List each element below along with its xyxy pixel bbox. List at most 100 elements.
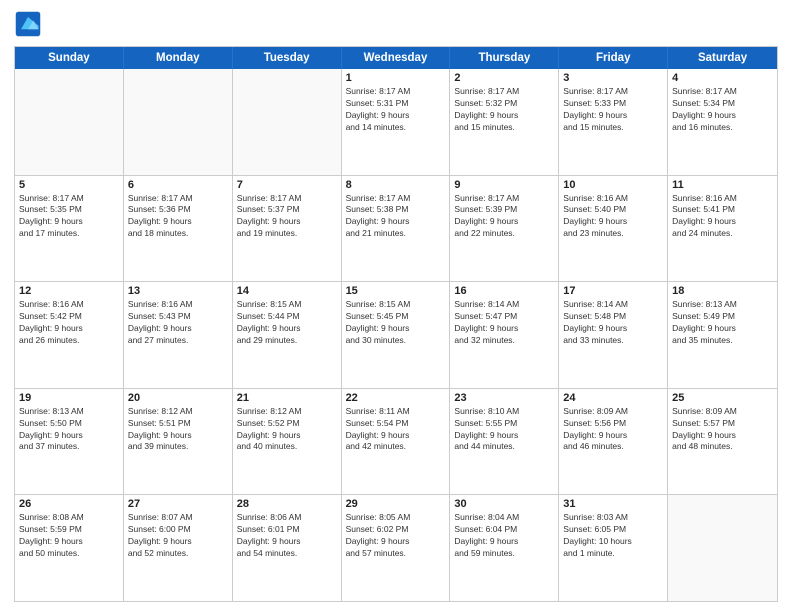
day-cell-28: 28Sunrise: 8:06 AMSunset: 6:01 PMDayligh… <box>233 495 342 601</box>
day-number: 24 <box>563 392 663 404</box>
day-number: 23 <box>454 392 554 404</box>
day-cell-3: 3Sunrise: 8:17 AMSunset: 5:33 PMDaylight… <box>559 69 668 175</box>
calendar-header: SundayMondayTuesdayWednesdayThursdayFrid… <box>15 47 777 69</box>
day-info: Sunrise: 8:17 AMSunset: 5:31 PMDaylight:… <box>346 86 446 134</box>
day-number: 11 <box>672 179 773 191</box>
day-number: 3 <box>563 72 663 84</box>
day-number: 20 <box>128 392 228 404</box>
day-info: Sunrise: 8:11 AMSunset: 5:54 PMDaylight:… <box>346 406 446 454</box>
day-header-monday: Monday <box>124 47 233 69</box>
day-number: 31 <box>563 498 663 510</box>
day-info: Sunrise: 8:17 AMSunset: 5:39 PMDaylight:… <box>454 193 554 241</box>
day-number: 29 <box>346 498 446 510</box>
header <box>14 10 778 38</box>
day-number: 25 <box>672 392 773 404</box>
day-cell-9: 9 Sunrise: 8:17 AMSunset: 5:39 PMDaylight… <box>450 176 559 282</box>
day-cell-7: 7 Sunrise: 8:17 AMSunset: 5:37 PMDaylight… <box>233 176 342 282</box>
day-cell-25: 25 Sunrise: 8:09 AMSunset: 5:57 PMDayligh… <box>668 389 777 495</box>
day-number: 18 <box>672 285 773 297</box>
day-cell-16: 16 Sunrise: 8:14 AMSunset: 5:47 PMDayligh… <box>450 282 559 388</box>
day-cell-13: 13 Sunrise: 8:16 AMSunset: 5:43 PMDayligh… <box>124 282 233 388</box>
day-info: Sunrise: 8:03 AMSunset: 6:05 PMDaylight:… <box>563 512 663 560</box>
calendar-body: 1 Sunrise: 8:17 AMSunset: 5:31 PMDaylight… <box>15 69 777 601</box>
day-header-thursday: Thursday <box>450 47 559 69</box>
day-number: 1 <box>346 72 446 84</box>
day-info: Sunrise: 8:15 AMSunset: 5:44 PMDaylight:… <box>237 299 337 347</box>
day-header-tuesday: Tuesday <box>233 47 342 69</box>
day-info: Sunrise: 8:17 AMSunset: 5:32 PMDaylight:… <box>454 86 554 134</box>
day-cell-24: 24 Sunrise: 8:09 AMSunset: 5:56 PMDayligh… <box>559 389 668 495</box>
day-cell-21: 21Sunrise: 8:12 AMSunset: 5:52 PMDayligh… <box>233 389 342 495</box>
day-cell-18: 18 Sunrise: 8:13 AMSunset: 5:49 PMDayligh… <box>668 282 777 388</box>
day-info: Sunrise: 8:16 AMSunset: 5:43 PMDaylight:… <box>128 299 228 347</box>
day-info: Sunrise: 8:13 AMSunset: 5:49 PMDaylight:… <box>672 299 773 347</box>
day-cell-10: 10 Sunrise: 8:16 AMSunset: 5:40 PMDayligh… <box>559 176 668 282</box>
empty-cell <box>124 69 233 175</box>
day-cell-14: 14 Sunrise: 8:15 AMSunset: 5:44 PMDayligh… <box>233 282 342 388</box>
day-cell-20: 20 Sunrise: 8:12 AMSunset: 5:51 PMDayligh… <box>124 389 233 495</box>
day-number: 16 <box>454 285 554 297</box>
day-number: 5 <box>19 179 119 191</box>
day-info: Sunrise: 8:09 AMSunset: 5:57 PMDaylight:… <box>672 406 773 454</box>
day-info: Sunrise: 8:17 AMSunset: 5:38 PMDaylight:… <box>346 193 446 241</box>
day-cell-11: 11Sunrise: 8:16 AMSunset: 5:41 PMDayligh… <box>668 176 777 282</box>
day-number: 19 <box>19 392 119 404</box>
day-number: 14 <box>237 285 337 297</box>
day-header-friday: Friday <box>559 47 668 69</box>
week-row-1: 1 Sunrise: 8:17 AMSunset: 5:31 PMDaylight… <box>15 69 777 176</box>
day-cell-27: 27 Sunrise: 8:07 AMSunset: 6:00 PMDayligh… <box>124 495 233 601</box>
empty-cell <box>233 69 342 175</box>
day-number: 17 <box>563 285 663 297</box>
day-info: Sunrise: 8:17 AMSunset: 5:35 PMDaylight:… <box>19 193 119 241</box>
day-number: 22 <box>346 392 446 404</box>
day-header-sunday: Sunday <box>15 47 124 69</box>
day-cell-1: 1 Sunrise: 8:17 AMSunset: 5:31 PMDaylight… <box>342 69 451 175</box>
day-info: Sunrise: 8:14 AMSunset: 5:48 PMDaylight:… <box>563 299 663 347</box>
week-row-4: 19 Sunrise: 8:13 AMSunset: 5:50 PMDayligh… <box>15 389 777 496</box>
day-info: Sunrise: 8:17 AMSunset: 5:34 PMDaylight:… <box>672 86 773 134</box>
day-cell-29: 29Sunrise: 8:05 AMSunset: 6:02 PMDayligh… <box>342 495 451 601</box>
week-row-2: 5 Sunrise: 8:17 AMSunset: 5:35 PMDaylight… <box>15 176 777 283</box>
day-number: 7 <box>237 179 337 191</box>
day-cell-6: 6Sunrise: 8:17 AMSunset: 5:36 PMDaylight… <box>124 176 233 282</box>
day-number: 9 <box>454 179 554 191</box>
day-number: 10 <box>563 179 663 191</box>
day-cell-8: 8 Sunrise: 8:17 AMSunset: 5:38 PMDaylight… <box>342 176 451 282</box>
day-number: 30 <box>454 498 554 510</box>
day-header-wednesday: Wednesday <box>342 47 451 69</box>
day-info: Sunrise: 8:07 AMSunset: 6:00 PMDaylight:… <box>128 512 228 560</box>
day-number: 8 <box>346 179 446 191</box>
day-info: Sunrise: 8:12 AMSunset: 5:51 PMDaylight:… <box>128 406 228 454</box>
week-row-5: 26Sunrise: 8:08 AMSunset: 5:59 PMDayligh… <box>15 495 777 601</box>
week-row-3: 12 Sunrise: 8:16 AMSunset: 5:42 PMDayligh… <box>15 282 777 389</box>
day-number: 6 <box>128 179 228 191</box>
day-cell-15: 15Sunrise: 8:15 AMSunset: 5:45 PMDayligh… <box>342 282 451 388</box>
day-info: Sunrise: 8:13 AMSunset: 5:50 PMDaylight:… <box>19 406 119 454</box>
day-number: 13 <box>128 285 228 297</box>
day-number: 27 <box>128 498 228 510</box>
day-cell-23: 23 Sunrise: 8:10 AMSunset: 5:55 PMDayligh… <box>450 389 559 495</box>
day-number: 12 <box>19 285 119 297</box>
logo-icon <box>14 10 42 38</box>
day-info: Sunrise: 8:09 AMSunset: 5:56 PMDaylight:… <box>563 406 663 454</box>
day-cell-4: 4 Sunrise: 8:17 AMSunset: 5:34 PMDaylight… <box>668 69 777 175</box>
day-info: Sunrise: 8:12 AMSunset: 5:52 PMDaylight:… <box>237 406 337 454</box>
day-cell-17: 17 Sunrise: 8:14 AMSunset: 5:48 PMDayligh… <box>559 282 668 388</box>
day-cell-5: 5 Sunrise: 8:17 AMSunset: 5:35 PMDaylight… <box>15 176 124 282</box>
day-info: Sunrise: 8:10 AMSunset: 5:55 PMDaylight:… <box>454 406 554 454</box>
day-info: Sunrise: 8:16 AMSunset: 5:42 PMDaylight:… <box>19 299 119 347</box>
day-number: 26 <box>19 498 119 510</box>
day-cell-12: 12 Sunrise: 8:16 AMSunset: 5:42 PMDayligh… <box>15 282 124 388</box>
day-cell-26: 26Sunrise: 8:08 AMSunset: 5:59 PMDayligh… <box>15 495 124 601</box>
day-header-saturday: Saturday <box>668 47 777 69</box>
empty-cell <box>668 495 777 601</box>
day-cell-30: 30 Sunrise: 8:04 AMSunset: 6:04 PMDayligh… <box>450 495 559 601</box>
day-info: Sunrise: 8:16 AMSunset: 5:40 PMDaylight:… <box>563 193 663 241</box>
logo <box>14 10 46 38</box>
page: SundayMondayTuesdayWednesdayThursdayFrid… <box>0 0 792 612</box>
day-info: Sunrise: 8:17 AMSunset: 5:37 PMDaylight:… <box>237 193 337 241</box>
day-number: 4 <box>672 72 773 84</box>
day-number: 2 <box>454 72 554 84</box>
day-info: Sunrise: 8:14 AMSunset: 5:47 PMDaylight:… <box>454 299 554 347</box>
day-info: Sunrise: 8:04 AMSunset: 6:04 PMDaylight:… <box>454 512 554 560</box>
